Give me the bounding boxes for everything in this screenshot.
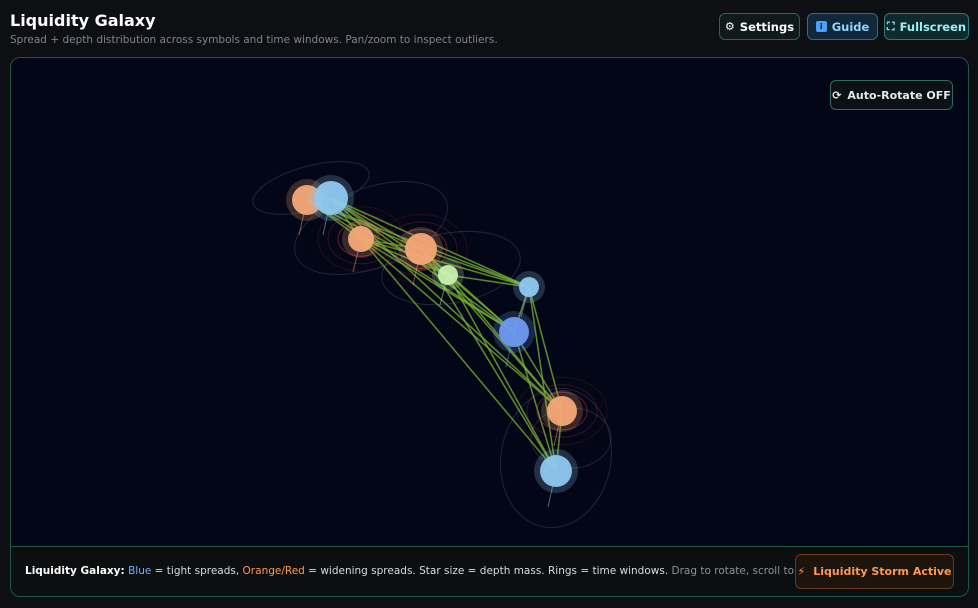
- symbol-star: [547, 396, 577, 426]
- legend-orange: Orange/Red: [242, 565, 305, 577]
- legend-blue: Blue: [128, 565, 152, 577]
- settings-button[interactable]: ⚙ Settings: [719, 13, 800, 40]
- symbol-star: [499, 317, 529, 347]
- guide-label: Guide: [831, 19, 870, 34]
- symbol-star: [405, 233, 437, 265]
- gear-icon: ⚙: [724, 20, 735, 33]
- legend-title: Liquidity Galaxy:: [25, 565, 125, 577]
- symbol-star: [438, 265, 458, 285]
- legend-orange-desc: = widening spreads. Star size = depth ma…: [304, 565, 669, 577]
- fullscreen-button[interactable]: ⛶ Fullscreen: [884, 13, 969, 40]
- auto-rotate-label: Auto-Rotate OFF: [847, 88, 951, 102]
- page-subtitle: Spread + depth distribution across symbo…: [10, 34, 498, 46]
- storm-label: Liquidity Storm Active: [813, 565, 952, 578]
- galaxy-panel: ⟳ Auto-Rotate OFF Liquidity Galaxy: Blue…: [10, 57, 969, 597]
- legend-blue-desc: = tight spreads,: [151, 565, 243, 577]
- rotate-icon: ⟳: [832, 88, 842, 102]
- app-header: Liquidity Galaxy Spread + depth distribu…: [10, 10, 969, 50]
- info-icon: i: [815, 21, 827, 32]
- page-title: Liquidity Galaxy: [10, 11, 156, 30]
- galaxy-canvas[interactable]: ⟳ Auto-Rotate OFF: [11, 58, 968, 546]
- lightning-icon: ⚡: [797, 565, 806, 578]
- liquidity-storm-button[interactable]: ⚡ Liquidity Storm Active: [795, 554, 954, 589]
- symbol-star: [540, 455, 572, 487]
- expand-icon: ⛶: [886, 19, 895, 33]
- symbol-star: [519, 277, 539, 297]
- symbol-star: [348, 226, 374, 252]
- fullscreen-label: Fullscreen: [899, 19, 967, 34]
- legend-text: Liquidity Galaxy: Blue = tight spreads, …: [25, 565, 829, 577]
- guide-button[interactable]: i Guide: [807, 13, 878, 40]
- auto-rotate-button[interactable]: ⟳ Auto-Rotate OFF: [830, 80, 953, 110]
- legend-footer: Liquidity Galaxy: Blue = tight spreads, …: [11, 546, 968, 596]
- settings-label: Settings: [739, 19, 795, 34]
- galaxy-svg[interactable]: [11, 58, 968, 546]
